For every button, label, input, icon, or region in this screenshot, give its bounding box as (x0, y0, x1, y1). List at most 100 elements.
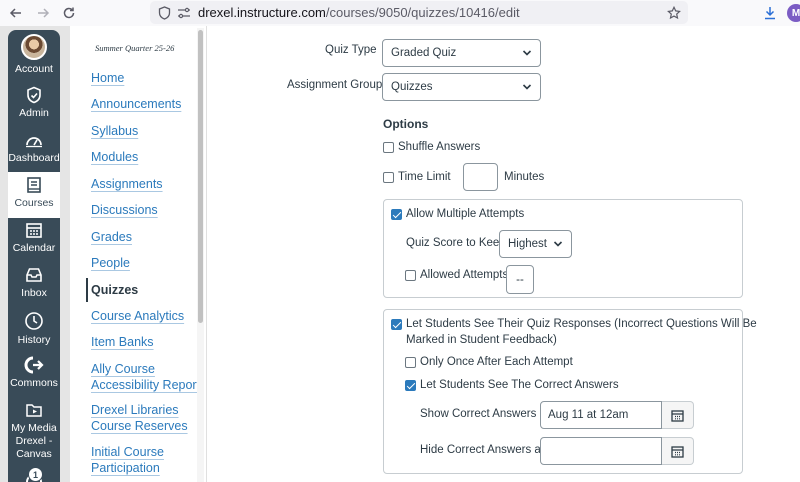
global-nav-label: Commons (10, 377, 58, 389)
hide-correct-calendar-button[interactable] (662, 437, 694, 465)
course-nav-quizzes[interactable]: Quizzes (91, 283, 201, 299)
global-nav-label: Account (15, 63, 53, 75)
see-quiz-responses-checkbox[interactable] (391, 319, 402, 330)
shield-icon (27, 86, 41, 104)
browser-toolbar: drexel.instructure.com/courses/9050/quiz… (0, 0, 800, 26)
calendar-icon (671, 409, 684, 422)
course-nav-assignments[interactable]: Assignments (91, 177, 201, 193)
global-nav-commons[interactable]: Commons (8, 356, 60, 396)
active-indicator (86, 278, 88, 302)
global-nav-history[interactable]: History (8, 311, 60, 351)
course-nav-ally-report[interactable]: Ally Course Accessibility Report (91, 362, 201, 393)
speedometer-icon (26, 137, 42, 148)
hide-correct-answers-date-input[interactable] (540, 437, 662, 465)
shuffle-answers-label[interactable]: Shuffle Answers (398, 141, 480, 153)
course-nav-grades[interactable]: Grades (91, 230, 201, 246)
shuffle-answers-checkbox[interactable] (383, 142, 394, 153)
course-nav-people[interactable]: People (91, 256, 201, 272)
course-nav-home[interactable]: Home (91, 71, 201, 87)
reload-button[interactable] (59, 3, 79, 23)
options-heading: Options (383, 117, 429, 131)
allow-multiple-attempts-label[interactable]: Allow Multiple Attempts (406, 208, 524, 220)
shield-icon[interactable] (156, 5, 172, 21)
calendar-icon (671, 445, 684, 458)
assignment-group-value: Quizzes (391, 81, 433, 93)
site-permissions-icon[interactable] (176, 5, 192, 21)
calendar-icon (26, 223, 42, 238)
global-nav-panel: Account Admin Dashboard Courses Calendar… (8, 30, 60, 482)
course-navigation: Summer Quarter 25-26 Home Announcements … (70, 26, 206, 482)
back-arrow-icon (9, 8, 21, 18)
see-correct-answers-label[interactable]: Let Students See The Correct Answers (420, 379, 619, 391)
url-text[interactable]: drexel.instructure.com/courses/9050/quiz… (198, 5, 520, 20)
course-nav-initial-participation[interactable]: Initial Course Participation (91, 445, 201, 476)
time-limit-checkbox[interactable] (383, 172, 394, 183)
chevron-down-icon (522, 84, 532, 90)
course-nav-discussions[interactable]: Discussions (91, 203, 201, 219)
global-nav-label: Calendar (12, 242, 56, 254)
commons-icon (24, 356, 44, 374)
show-correct-answers-date-input[interactable]: Aug 11 at 12am (540, 401, 662, 429)
allow-multiple-attempts-checkbox[interactable] (391, 209, 402, 220)
global-nav-admin[interactable]: Admin (8, 86, 60, 126)
quiz-score-to-keep-value: Highest (508, 238, 547, 250)
see-quiz-responses-label-line1[interactable]: Let Students See Their Quiz Responses (I… (406, 318, 757, 330)
assignment-group-select[interactable]: Quizzes (382, 73, 541, 101)
global-navigation: Account Admin Dashboard Courses Calendar… (0, 26, 70, 482)
course-nav-course-analytics[interactable]: Course Analytics (91, 309, 201, 325)
see-correct-answers-checkbox[interactable] (405, 380, 416, 391)
global-nav-label: My Media Drexel - Canvas (11, 422, 57, 460)
allowed-attempts-input[interactable]: -- (506, 265, 534, 294)
reload-icon (63, 7, 75, 19)
quiz-score-to-keep-select[interactable]: Highest (499, 230, 572, 258)
url-host: drexel.instructure.com (198, 5, 326, 20)
only-once-checkbox[interactable] (405, 357, 416, 368)
show-correct-answers-label: Show Correct Answers at (420, 408, 550, 420)
profile-avatar: M (787, 4, 800, 22)
only-once-label[interactable]: Only Once After Each Attempt (420, 356, 573, 368)
avatar (21, 34, 47, 60)
quiz-type-select[interactable]: Graded Quiz (382, 39, 541, 67)
show-correct-calendar-button[interactable] (662, 401, 694, 429)
time-limit-input[interactable] (463, 163, 498, 191)
chevron-down-icon (522, 50, 532, 56)
clock-icon (25, 312, 43, 330)
course-nav-modules[interactable]: Modules (91, 150, 201, 166)
course-nav-library-reserves[interactable]: Drexel Libraries Course Reserves (91, 403, 201, 434)
scrollbar-thumb[interactable] (198, 30, 203, 323)
term-label: Summer Quarter 25-26 (95, 43, 175, 53)
profile-button[interactable]: M (786, 3, 800, 23)
course-nav-announcements[interactable]: Announcements (91, 97, 201, 113)
divider (206, 26, 207, 482)
global-nav-my-media[interactable]: My Media Drexel - Canvas (8, 401, 60, 463)
quiz-score-to-keep-label: Quiz Score to Keep (406, 237, 506, 249)
notification-badge: 1 (28, 467, 43, 482)
global-nav-account[interactable]: Account (8, 34, 60, 78)
global-nav-label: Inbox (21, 287, 47, 299)
forward-arrow-icon (38, 8, 50, 18)
book-icon (27, 177, 41, 193)
global-nav-inbox[interactable]: Inbox (8, 266, 60, 306)
media-icon (26, 404, 42, 417)
time-limit-label[interactable]: Time Limit (398, 171, 451, 183)
quiz-type-label: Quiz Type (325, 44, 377, 56)
address-bar[interactable]: drexel.instructure.com/courses/9050/quiz… (150, 1, 688, 24)
global-nav-dashboard[interactable]: Dashboard (8, 131, 60, 171)
back-button[interactable] (6, 3, 26, 23)
allowed-attempts-label[interactable]: Allowed Attempts (420, 269, 508, 281)
global-nav-label: Dashboard (8, 152, 60, 164)
download-icon (765, 7, 775, 20)
course-nav-item-banks[interactable]: Item Banks (91, 335, 201, 351)
bookmark-star-icon[interactable] (666, 5, 682, 21)
see-quiz-responses-label-line2[interactable]: Marked in Student Feedback) (406, 334, 557, 346)
course-nav-syllabus[interactable]: Syllabus (91, 124, 201, 140)
allowed-attempts-checkbox[interactable] (405, 270, 416, 281)
assignment-group-label: Assignment Group (287, 79, 383, 91)
global-nav-calendar[interactable]: Calendar (8, 221, 60, 261)
forward-button[interactable] (33, 3, 53, 23)
global-nav-courses[interactable]: Courses (8, 172, 60, 218)
inbox-icon (26, 268, 42, 282)
chevron-down-icon (553, 241, 563, 247)
hide-correct-answers-label: Hide Correct Answers at (420, 444, 544, 456)
downloads-button[interactable] (760, 3, 780, 23)
